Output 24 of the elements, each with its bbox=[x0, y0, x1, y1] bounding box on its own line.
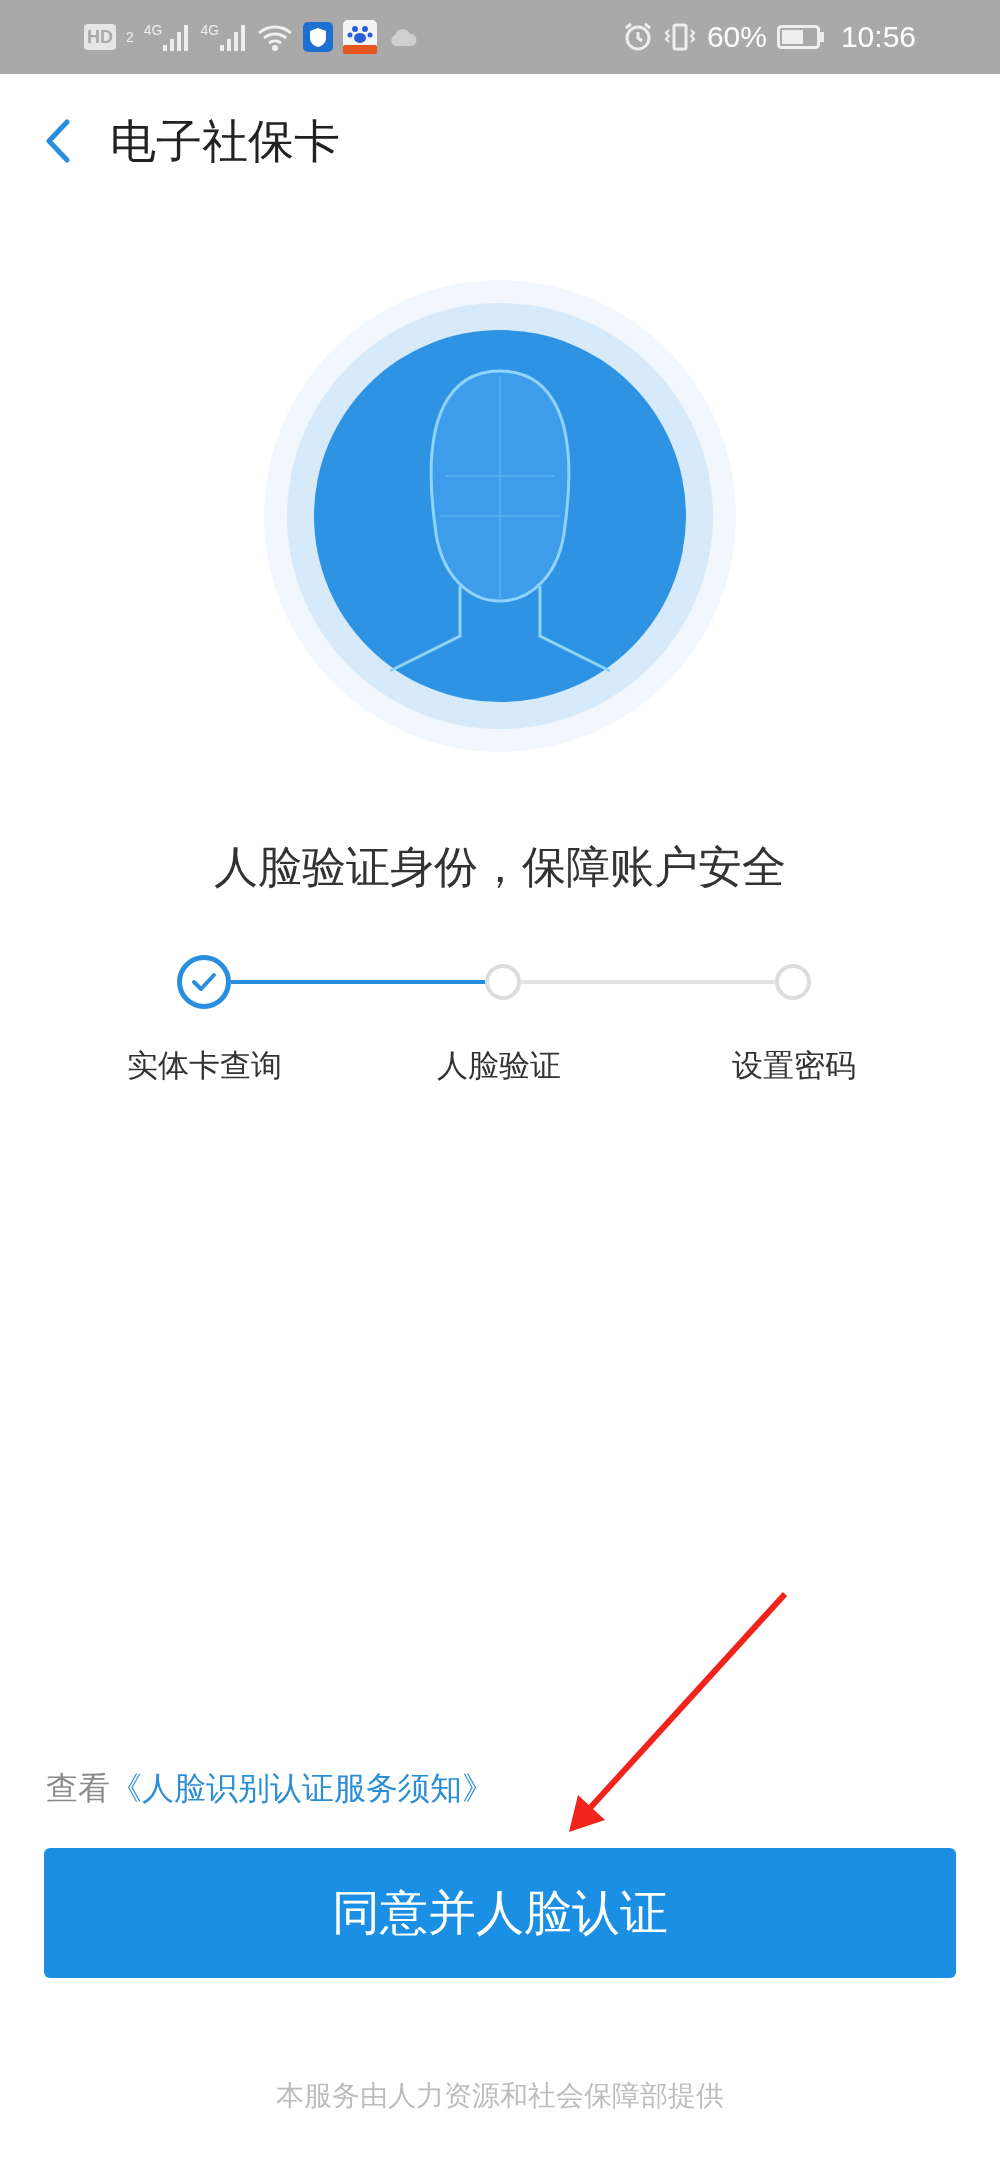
notice-text: 查看 bbox=[46, 1772, 110, 1804]
agree-button[interactable]: 同意并人脸认证 bbox=[44, 1848, 956, 1978]
signal-icon bbox=[162, 23, 191, 51]
paw-app-icon bbox=[343, 20, 378, 54]
page-title: 电子社保卡 bbox=[110, 118, 340, 164]
alarm-icon bbox=[622, 22, 653, 52]
step-label: 实体卡查询 bbox=[126, 1047, 282, 1085]
sim-label: 2 bbox=[126, 27, 134, 47]
step-label: 设置密码 bbox=[732, 1047, 856, 1085]
battery-icon bbox=[776, 25, 825, 49]
shield-app-icon bbox=[303, 22, 334, 52]
network-label: 4G bbox=[200, 23, 220, 37]
signal-icon bbox=[219, 23, 248, 51]
network-label: 4G bbox=[143, 23, 163, 37]
battery-percent: 60% bbox=[706, 22, 767, 52]
vibrate-icon bbox=[662, 22, 697, 52]
step-label: 人脸验证 bbox=[437, 1047, 561, 1085]
back-icon[interactable] bbox=[46, 119, 70, 163]
provider-note: 本服务由人力资源和社会保障部提供 bbox=[276, 2082, 724, 2110]
heading: 人脸验证身份，保障账户安全 bbox=[214, 845, 786, 889]
terms-link[interactable]: 《人脸识别认证服务须知》 bbox=[110, 1772, 494, 1804]
wifi-icon bbox=[257, 23, 294, 51]
hd-badge: HD bbox=[84, 24, 116, 50]
clock-time: 10:56 bbox=[840, 22, 916, 52]
